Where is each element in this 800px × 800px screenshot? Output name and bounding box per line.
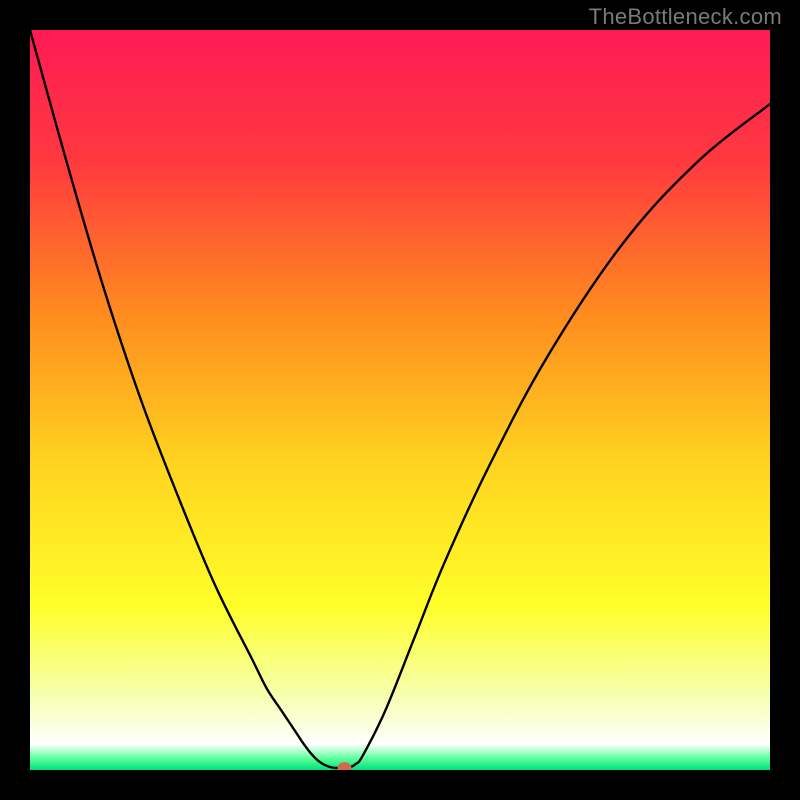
chart-svg (30, 30, 770, 770)
chart-frame: TheBottleneck.com (0, 0, 800, 800)
plot-area (30, 30, 770, 770)
watermark-text: TheBottleneck.com (589, 4, 782, 30)
